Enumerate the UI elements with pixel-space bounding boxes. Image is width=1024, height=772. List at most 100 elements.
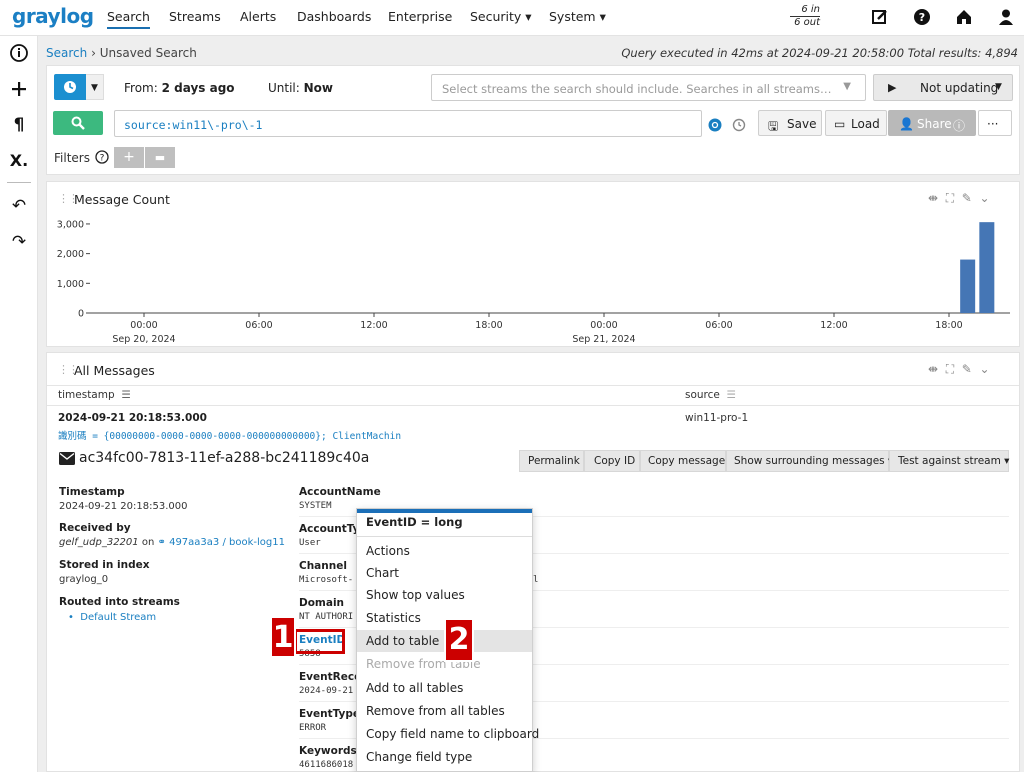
focus-icon[interactable]: ⇼ xyxy=(928,191,938,205)
svg-text:?: ? xyxy=(919,11,925,24)
row-message[interactable]: 識別碼 = {00000000-0000-0000-0000-000000000… xyxy=(58,428,401,442)
until-label: Until: xyxy=(268,81,300,95)
nav-enterprise[interactable]: Enterprise xyxy=(388,9,452,24)
nav-alerts[interactable]: Alerts xyxy=(240,9,276,24)
copy-message-button[interactable]: Copy message xyxy=(640,450,726,472)
streams-select[interactable]: Select streams the search should include… xyxy=(431,74,866,101)
col-timestamp-label: timestamp xyxy=(58,389,115,401)
copy-id-button[interactable]: Copy ID xyxy=(584,450,640,472)
row-source[interactable]: win11-pro-1 xyxy=(685,412,748,424)
help-icon[interactable]: ? xyxy=(913,8,931,26)
fullscreen-icon[interactable]: ⛶ xyxy=(946,191,954,205)
all-messages-title: All Messages xyxy=(74,363,155,378)
nav-system[interactable]: System ▾ xyxy=(549,9,606,24)
edit-widget-icon[interactable]: ✎ xyxy=(962,362,972,376)
parameters-icon[interactable]: X. xyxy=(9,151,29,171)
query-execution-info: Query executed in 42ms at 2024-09-21 20:… xyxy=(621,46,1018,60)
nav-streams[interactable]: Streams xyxy=(169,9,221,24)
nav-dashboards[interactable]: Dashboards xyxy=(297,9,371,24)
show-surrounding-button[interactable]: Show surrounding messages ▾ xyxy=(726,450,893,472)
chevron-down-icon[interactable]: ⌄ xyxy=(979,191,989,205)
graylog-logo[interactable]: graylog xyxy=(12,4,94,28)
test-against-stream-label: Test against stream ▾ xyxy=(898,455,1010,467)
received-node-link[interactable]: 497aa3a3 / book-log11 xyxy=(169,537,285,548)
field-name-channel[interactable]: Channel xyxy=(299,560,347,572)
refresh-label: Not updating xyxy=(920,81,999,95)
x-date-label: Sep 21, 2024 xyxy=(572,334,635,345)
column-header-source[interactable]: source ☰ xyxy=(685,389,736,401)
field-name-domain[interactable]: Domain xyxy=(299,597,344,609)
test-against-stream-button[interactable]: Test against stream ▾ xyxy=(889,450,1009,472)
undo-icon[interactable]: ↶ xyxy=(9,196,29,216)
header-divider xyxy=(47,385,1019,386)
save-label: Save xyxy=(787,117,817,131)
time-range-button[interactable] xyxy=(54,74,86,100)
menu-item-label: Remove from all tables xyxy=(366,704,505,718)
user-icon[interactable] xyxy=(997,8,1015,26)
sidebar-divider xyxy=(7,182,31,183)
sort-icon[interactable]: ☰ xyxy=(118,389,130,401)
annotation-marker-1: 1 xyxy=(270,616,296,658)
focus-icon[interactable]: ⇼ xyxy=(928,362,938,376)
time-until[interactable]: Until: Now xyxy=(268,81,333,95)
default-stream-link[interactable]: Default Stream xyxy=(80,612,156,623)
edit-icon[interactable] xyxy=(871,8,889,26)
field-name-accountname[interactable]: AccountName xyxy=(299,486,381,498)
add-widget-icon[interactable] xyxy=(9,79,29,99)
info-icon[interactable] xyxy=(9,43,29,63)
menu-item-label: Change field type xyxy=(366,750,473,764)
history-icon[interactable] xyxy=(732,118,746,132)
row-timestamp[interactable]: 2024-09-21 20:18:53.000 xyxy=(58,412,207,424)
menu-item-show-top-values[interactable]: Show top values xyxy=(357,584,532,606)
pilcrow-icon[interactable]: ¶ xyxy=(9,115,29,135)
filters-help-icon[interactable]: ? xyxy=(95,150,109,164)
meta-index-label: Stored in index xyxy=(59,559,150,571)
home-icon[interactable] xyxy=(955,8,973,26)
more-label: ··· xyxy=(987,117,999,131)
nav-security[interactable]: Security ▾ xyxy=(470,9,532,24)
nav-search[interactable]: Search xyxy=(107,9,150,29)
menu-item-chart[interactable]: Chart xyxy=(357,562,532,584)
breadcrumb-search-link[interactable]: Search xyxy=(46,46,87,60)
field-name-eventreceived[interactable]: EventRecei xyxy=(299,671,365,683)
more-actions-button[interactable]: ··· xyxy=(978,110,1012,136)
column-header-timestamp[interactable]: timestamp ☰ xyxy=(58,389,131,401)
add-filter-button[interactable]: + xyxy=(114,147,144,168)
menu-item-copy-field-name[interactable]: Copy field name to clipboard xyxy=(357,723,539,745)
menu-item-label: Statistics xyxy=(366,611,421,625)
save-button[interactable]: 🖫 Save xyxy=(758,110,822,136)
menu-item-remove-from-all-tables[interactable]: Remove from all tables xyxy=(357,700,532,722)
x-tick-label: 06:00 xyxy=(705,320,732,331)
received-input: gelf_udp_32201 xyxy=(59,537,139,548)
meta-index-value: graylog_0 xyxy=(59,574,109,585)
edit-widget-icon[interactable]: ✎ xyxy=(962,191,972,205)
share-button[interactable]: 👤 Share ⓘ xyxy=(888,110,976,136)
fullscreen-icon[interactable]: ⛶ xyxy=(946,362,954,376)
meta-routed-value[interactable]: • Default Stream xyxy=(68,612,156,623)
throughput-in: 6 in xyxy=(790,4,820,17)
meta-timestamp-label: Timestamp xyxy=(59,486,125,498)
load-button[interactable]: ▭ Load xyxy=(825,110,887,136)
x-tick-label: 06:00 xyxy=(245,320,272,331)
chevron-down-icon[interactable]: ⌄ xyxy=(979,362,989,376)
refresh-control[interactable]: ▶ Not updating ▼ xyxy=(873,74,1013,101)
query-helper-icon[interactable] xyxy=(708,118,722,132)
search-button[interactable] xyxy=(53,111,103,135)
menu-item-add-to-all-tables[interactable]: Add to all tables xyxy=(357,677,532,699)
time-range-caret[interactable]: ▼ xyxy=(86,74,104,100)
meta-timestamp-value: 2024-09-21 20:18:53.000 xyxy=(59,501,188,512)
caret-down-icon: ▼ xyxy=(995,82,1002,92)
menu-item-change-field-type[interactable]: Change field type xyxy=(357,746,532,768)
redo-icon[interactable]: ↷ xyxy=(9,232,29,252)
left-sidebar: ¶ X. ↶ ↷ xyxy=(0,36,38,772)
time-from[interactable]: From: 2 days ago xyxy=(124,81,235,95)
permalink-button[interactable]: Permalink xyxy=(519,450,584,472)
field-name-keywords[interactable]: Keywords xyxy=(299,745,357,757)
filter-folder-icon[interactable]: ▬ xyxy=(145,147,175,168)
save-icon: 🖫 xyxy=(768,119,779,133)
throughput-indicator[interactable]: 6 in 6 out xyxy=(790,4,820,29)
field-name-eventtype[interactable]: EventType xyxy=(299,708,360,720)
search-query-input[interactable]: source:win11\-pro\-1 xyxy=(114,110,702,137)
sort-icon[interactable]: ☰ xyxy=(723,389,736,401)
from-label: From: xyxy=(124,81,158,95)
